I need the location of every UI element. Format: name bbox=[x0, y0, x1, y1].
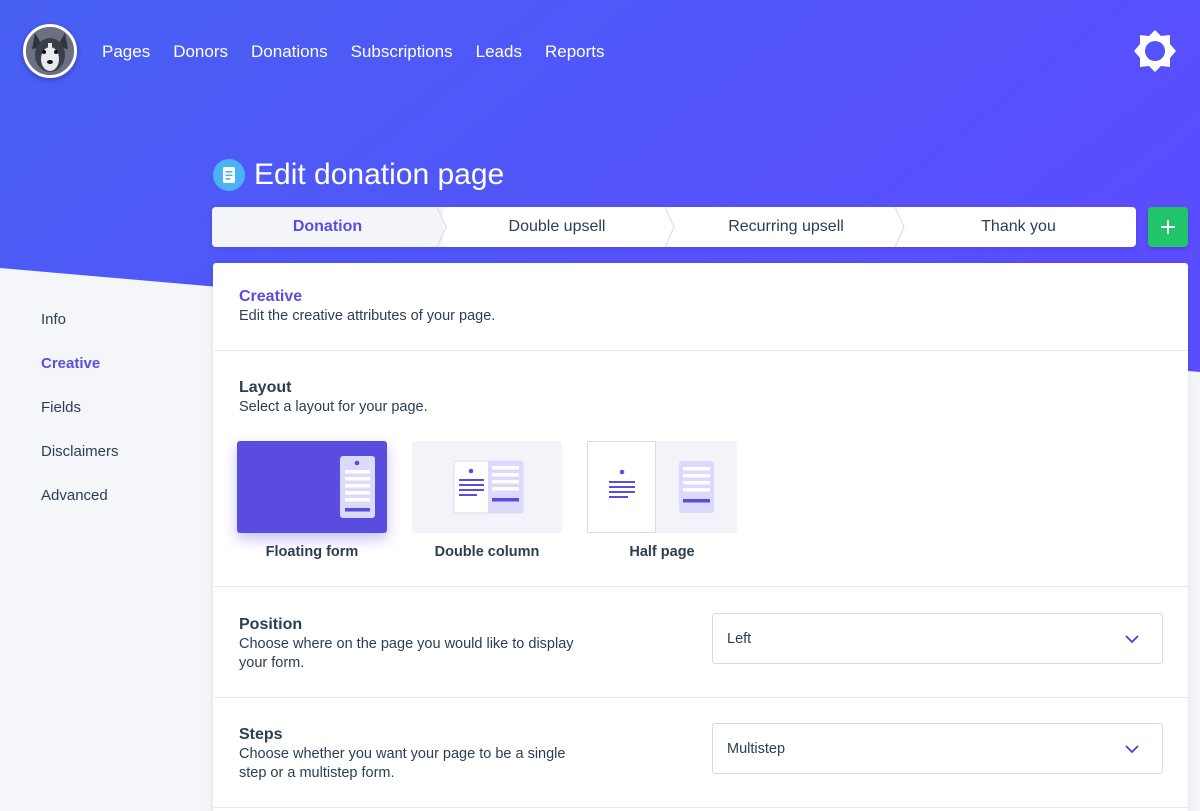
tab-separator bbox=[437, 207, 447, 247]
layout-description: Select a layout for your page. bbox=[239, 399, 428, 415]
nav-pages[interactable]: Pages bbox=[102, 42, 150, 62]
steps-section: Steps Choose whether you want your page … bbox=[213, 698, 1188, 808]
tab-label: Double upsell bbox=[508, 218, 606, 235]
layout-option-floating-form[interactable]: Floating form bbox=[237, 441, 387, 560]
tab-label: Thank you bbox=[981, 218, 1056, 235]
tab-label: Donation bbox=[292, 218, 363, 235]
nav-leads[interactable]: Leads bbox=[476, 42, 522, 62]
tab-label: Recurring upsell bbox=[728, 218, 844, 235]
position-section: Position Choose where on the page you wo… bbox=[213, 587, 1188, 698]
tab-separator bbox=[895, 207, 905, 247]
layout-option-double-column[interactable]: Double column bbox=[412, 441, 562, 560]
layout-option-label: Floating form bbox=[265, 544, 359, 560]
steps-select-value: Multistep bbox=[727, 740, 786, 757]
creative-section: Creative Edit the creative attributes of… bbox=[213, 263, 1188, 351]
layout-section: Layout Select a layout for your page. Fl… bbox=[213, 351, 1188, 587]
nav-reports[interactable]: Reports bbox=[545, 42, 605, 62]
sidebar: Info Creative Fields Disclaimers Advance… bbox=[41, 310, 119, 530]
tab-separator bbox=[665, 207, 675, 247]
sidebar-item-info[interactable]: Info bbox=[41, 310, 119, 354]
creative-heading: Creative bbox=[239, 288, 303, 305]
steps-select[interactable]: Multistep bbox=[712, 723, 1163, 774]
main-nav: Pages Donors Donations Subscriptions Lea… bbox=[102, 42, 628, 62]
settings-card: Creative Edit the creative attributes of… bbox=[213, 263, 1188, 811]
sidebar-item-creative[interactable]: Creative bbox=[41, 354, 119, 398]
tab-double-upsell[interactable]: Double upsell bbox=[443, 207, 675, 247]
chevron-down-icon bbox=[1125, 635, 1139, 644]
document-icon bbox=[213, 159, 245, 191]
gear-icon[interactable] bbox=[1132, 28, 1178, 74]
nav-donations[interactable]: Donations bbox=[251, 42, 328, 62]
position-select[interactable]: Left bbox=[712, 613, 1163, 664]
sidebar-item-disclaimers[interactable]: Disclaimers bbox=[41, 442, 119, 486]
layout-heading: Layout bbox=[239, 379, 292, 396]
layout-option-half-page[interactable]: Half page bbox=[587, 441, 737, 560]
nav-donors[interactable]: Donors bbox=[173, 42, 228, 62]
steps-description-line2: step or a multistep form. bbox=[239, 765, 395, 781]
step-tabs: Donation Double upsell Recurring upsell … bbox=[212, 207, 1136, 247]
half-page-thumbnail bbox=[587, 441, 737, 533]
nav-subscriptions[interactable]: Subscriptions bbox=[351, 42, 453, 62]
layout-option-label: Half page bbox=[629, 544, 695, 560]
chevron-down-icon bbox=[1125, 745, 1139, 754]
tab-recurring-upsell[interactable]: Recurring upsell bbox=[671, 207, 905, 247]
husky-avatar-image bbox=[26, 27, 74, 75]
layout-option-label: Double column bbox=[434, 544, 540, 560]
position-heading: Position bbox=[239, 616, 303, 633]
steps-description-line1: Choose whether you want your page to be … bbox=[239, 746, 566, 762]
tab-thank-you[interactable]: Thank you bbox=[901, 207, 1136, 247]
position-description-line2: your form. bbox=[239, 655, 305, 671]
plus-icon bbox=[1161, 220, 1175, 234]
double-column-thumbnail bbox=[412, 441, 562, 533]
steps-heading: Steps bbox=[239, 726, 283, 743]
page-title: Edit donation page bbox=[254, 158, 505, 191]
sidebar-item-advanced[interactable]: Advanced bbox=[41, 486, 119, 530]
floating-form-thumbnail bbox=[237, 441, 387, 533]
position-description-line1: Choose where on the page you would like … bbox=[239, 636, 574, 652]
add-button[interactable] bbox=[1148, 207, 1188, 247]
avatar[interactable] bbox=[23, 24, 77, 78]
sidebar-item-fields[interactable]: Fields bbox=[41, 398, 119, 442]
tab-donation[interactable]: Donation bbox=[212, 207, 447, 247]
position-select-value: Left bbox=[727, 630, 752, 647]
creative-description: Edit the creative attributes of your pag… bbox=[239, 308, 496, 324]
